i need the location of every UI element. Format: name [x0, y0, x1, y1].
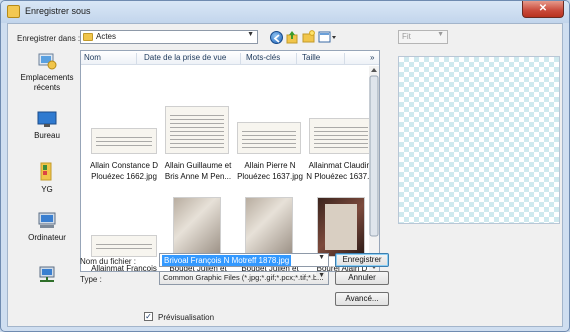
filetype-dropdown[interactable]: Common Graphic Files (*.jpg;*.gif;*.pcx;… [159, 271, 329, 285]
place-recent[interactable]: Emplacements récents [16, 52, 78, 93]
file-list[interactable]: Nom Date de la prise de vue Mots-clés Ta… [80, 50, 380, 272]
place-label: Emplacements récents [20, 73, 74, 92]
back-button[interactable] [270, 31, 283, 44]
file-name: Allain Constance D Plouézec 1662.jpg [89, 161, 159, 181]
file-thumbnail [91, 235, 157, 257]
file-name: Allain Guillaume et Bris Anne M Pen... [164, 161, 232, 181]
place-label: Bureau [34, 131, 60, 140]
preview-pane [398, 56, 560, 224]
scrollbar-track [369, 66, 379, 271]
column-headers: Nom Date de la prise de vue Mots-clés Ta… [81, 51, 379, 65]
place-network[interactable] [16, 266, 78, 287]
view-menu-icon [318, 31, 336, 43]
file-thumbnail [245, 197, 293, 257]
app-icon [7, 5, 20, 18]
up-folder-button[interactable] [286, 30, 299, 44]
place-user-folder[interactable]: YG [16, 160, 78, 195]
file-list-scrollbar[interactable] [369, 66, 379, 271]
computer-icon [38, 212, 56, 228]
new-folder-button[interactable] [302, 30, 315, 44]
dialog-body: Enregistrer dans : Actes ▼ Fit ▼ Emplace… [7, 23, 563, 327]
file-thumbnail [317, 197, 365, 257]
chevron-down-icon: ▼ [437, 31, 444, 38]
file-thumbnail [173, 197, 221, 257]
cancel-button[interactable]: Annuler [335, 271, 389, 285]
save-button[interactable]: Enregistrer [335, 253, 389, 267]
columns-overflow-icon[interactable]: » [367, 53, 379, 65]
preview-zoom-value: Fit [402, 32, 411, 41]
save-in-label: Enregistrer dans : [17, 34, 81, 43]
folder-icon [83, 32, 93, 41]
place-desktop[interactable]: Bureau [16, 110, 78, 141]
place-label: Ordinateur [28, 233, 66, 242]
column-header-keywords[interactable]: Mots-clés [243, 53, 297, 65]
file-thumbnail [165, 106, 229, 154]
column-header-size[interactable]: Taille [299, 53, 345, 65]
advanced-button[interactable]: Avancé... [335, 292, 389, 306]
preview-checkbox-label: Prévisualisation [158, 313, 215, 322]
preview-checkbox[interactable]: ✓ [144, 312, 153, 321]
view-menu-button[interactable] [318, 30, 337, 44]
filename-input[interactable]: Brivoal François N Motreff 1878.jpg ▼ [159, 253, 329, 267]
file-name: Allain Pierre N Plouézec 1637.jpg [237, 161, 303, 181]
title-bar: Enregistrer sous ✕ [1, 1, 569, 23]
filename-label: Nom du fichier : [80, 257, 137, 266]
save-in-dropdown[interactable]: Actes ▼ [80, 30, 258, 44]
network-icon [39, 266, 55, 282]
column-header-name[interactable]: Nom [81, 53, 137, 65]
file-thumbnail [91, 128, 157, 154]
chevron-down-icon: ▼ [247, 31, 254, 38]
desktop-icon [37, 111, 57, 127]
places-bar: Emplacements récents Bureau YG Ordinateu… [16, 52, 76, 324]
file-thumbnail [309, 118, 373, 154]
column-header-date[interactable]: Date de la prise de vue [141, 53, 241, 65]
place-label: YG [41, 185, 53, 194]
recent-places-icon [38, 53, 57, 70]
place-computer[interactable]: Ordinateur [16, 212, 78, 243]
filetype-label: Type : [80, 275, 102, 284]
save-in-value: Actes [96, 32, 117, 41]
close-button[interactable]: ✕ [522, 1, 564, 18]
save-as-dialog: Enregistrer sous ✕ Enregistrer dans : Ac… [0, 0, 570, 332]
preview-zoom-dropdown[interactable]: Fit ▼ [398, 30, 448, 44]
filetype-value: Common Graphic Files (*.jpg;*.gif;*.pcx;… [163, 273, 324, 282]
user-folder-icon [40, 162, 52, 181]
filename-value: Brivoal François N Motreff 1878.jpg [162, 255, 292, 266]
chevron-down-icon: ▼ [316, 272, 325, 279]
up-folder-icon [286, 31, 298, 44]
new-folder-icon [302, 30, 315, 43]
back-arrow-icon [273, 34, 280, 43]
window-title: Enregistrer sous [25, 6, 91, 16]
file-thumbnail [237, 122, 301, 154]
chevron-down-icon: ▼ [318, 254, 325, 261]
